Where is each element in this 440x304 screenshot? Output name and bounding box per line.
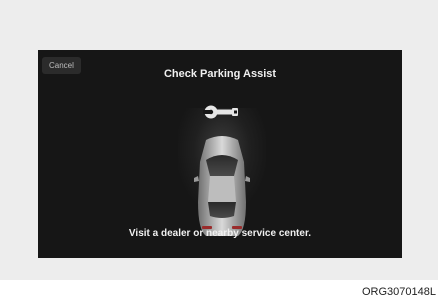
warning-message: Visit a dealer or nearby service center. bbox=[128, 228, 312, 239]
warning-title: Check Parking Assist bbox=[163, 68, 277, 80]
car-icon bbox=[194, 136, 250, 236]
display-screen: Cancel Check Parking Assist Visit a deal… bbox=[38, 50, 402, 258]
figure-frame: Cancel Check Parking Assist Visit a deal… bbox=[0, 0, 438, 280]
wrench-icon bbox=[203, 105, 238, 119]
figure-code: ORG3070148L bbox=[362, 286, 436, 298]
